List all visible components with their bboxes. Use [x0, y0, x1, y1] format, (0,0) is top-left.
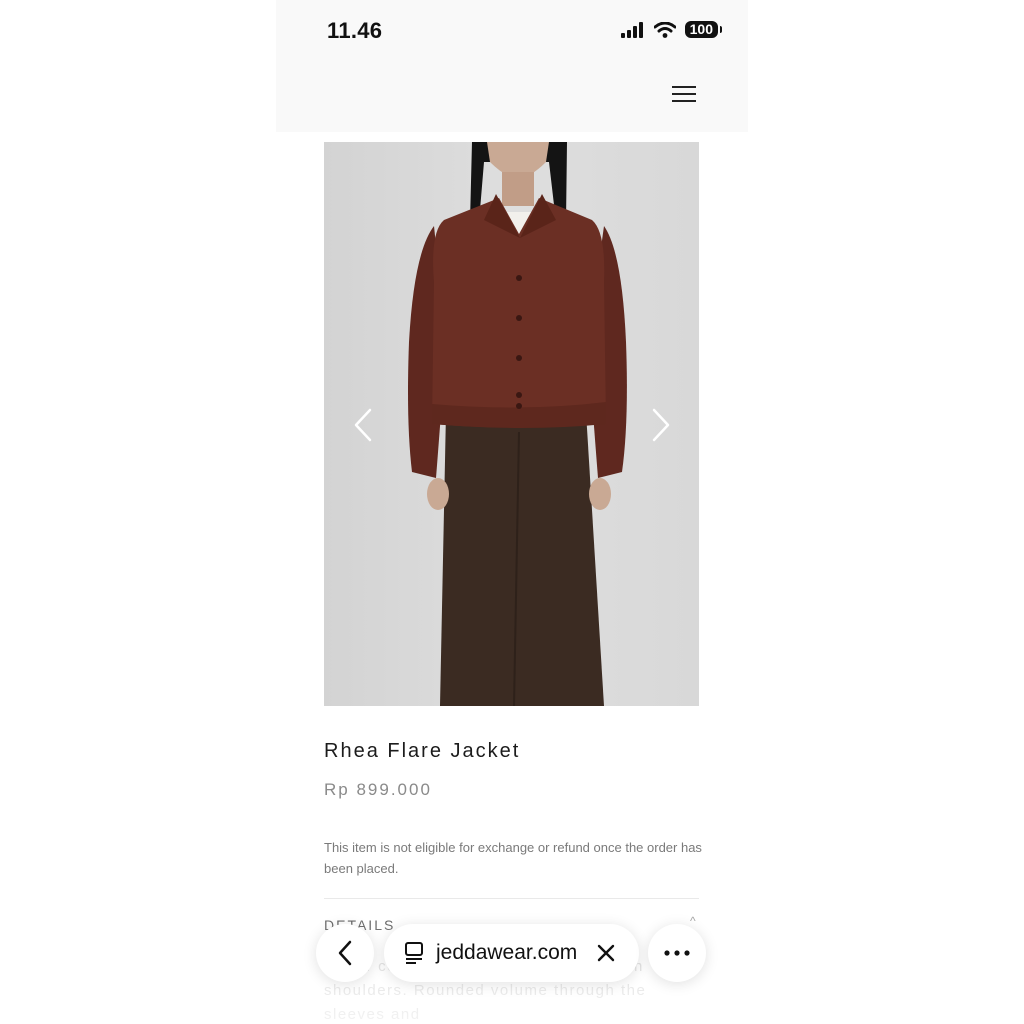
site-header	[276, 62, 748, 132]
phone-screen: 11.46 100 Rhea Flare Jacket Rp 899.000 T…	[276, 0, 748, 1024]
status-icons: 100	[620, 21, 723, 38]
more-button[interactable]	[648, 924, 706, 982]
address-bar[interactable]: jeddawear.com	[384, 924, 639, 982]
wifi-icon	[653, 21, 676, 38]
signal-icon	[620, 21, 643, 38]
battery-indicator: 100	[684, 21, 723, 38]
status-bar: 11.46 100	[276, 0, 748, 62]
browser-toolbar: jeddawear.com	[276, 924, 748, 984]
back-arrow-icon	[338, 940, 352, 966]
more-dots-icon	[664, 950, 690, 956]
url-text[interactable]: jeddawear.com	[436, 941, 577, 965]
model-photo	[408, 142, 627, 706]
policy-note: This item is not eligible for exchange o…	[324, 840, 702, 876]
divider	[324, 898, 699, 899]
back-button[interactable]	[316, 924, 374, 982]
status-time: 11.46	[327, 18, 383, 43]
tab-icon	[405, 942, 423, 964]
chevron-right-icon[interactable]	[650, 408, 672, 442]
hamburger-menu-icon[interactable]	[672, 82, 696, 106]
product-price: Rp 899.000	[324, 780, 432, 799]
close-icon[interactable]	[597, 944, 615, 962]
chevron-left-icon[interactable]	[352, 408, 374, 442]
product-title: Rhea Flare Jacket	[324, 740, 521, 762]
product-image	[324, 142, 699, 706]
